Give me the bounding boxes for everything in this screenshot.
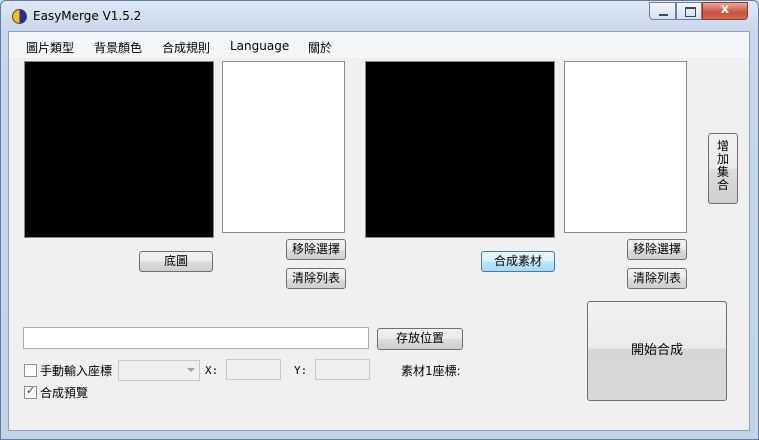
menu-background-color[interactable]: 背景顏色 <box>94 39 142 56</box>
base-image-list[interactable] <box>222 61 345 233</box>
base-image-preview[interactable] <box>24 61 214 238</box>
maximize-button[interactable] <box>676 2 702 20</box>
menu-bar: 圖片類型 背景顏色 合成規則 Language 關於 <box>9 32 749 58</box>
merge-material-button[interactable]: 合成素材 <box>481 251 555 272</box>
menu-image-type[interactable]: 圖片類型 <box>26 39 74 56</box>
material-image-preview[interactable] <box>365 61 555 238</box>
y-label: Y: <box>294 364 308 377</box>
y-coordinate-field[interactable] <box>315 359 370 380</box>
window-title: EasyMerge V1.5.2 <box>33 9 142 23</box>
material-coord-label: 素材1座標: <box>401 364 461 378</box>
dropdown-arrow-icon <box>187 368 195 372</box>
manual-coords-checkbox[interactable] <box>24 364 37 377</box>
app-logo-icon <box>12 9 27 24</box>
x-label: X: <box>205 364 219 377</box>
x-coordinate-field[interactable] <box>226 359 281 380</box>
menu-merge-rules[interactable]: 合成規則 <box>162 39 210 56</box>
close-button[interactable]: x <box>702 2 748 20</box>
base-image-button[interactable]: 底圖 <box>139 251 213 272</box>
merge-preview-checkbox[interactable]: ✓ <box>24 384 37 399</box>
menu-about[interactable]: 關於 <box>308 39 332 56</box>
start-merge-button[interactable]: 開始合成 <box>587 301 727 401</box>
merge-preview-label: 合成預覽 <box>40 386 89 400</box>
remove-selected-right-button[interactable]: 移除選擇 <box>627 239 687 260</box>
minimize-button[interactable] <box>649 2 676 20</box>
app-window: EasyMerge V1.5.2 x 圖片類型 背景顏色 合成規則 Langua… <box>0 0 759 440</box>
title-bar[interactable]: EasyMerge V1.5.2 x <box>1 1 758 31</box>
client-area: 圖片類型 背景顏色 合成規則 Language 關於 底圖 移除選擇 清除列表 … <box>8 31 750 431</box>
close-icon: x <box>720 2 730 17</box>
checkmark-icon: ✓ <box>26 384 36 397</box>
remove-selected-left-button[interactable]: 移除選擇 <box>286 239 346 260</box>
save-location-button[interactable]: 存放位置 <box>377 328 463 350</box>
maximize-icon <box>685 7 696 17</box>
manual-coords-label: 手動輸入座標 <box>40 364 113 378</box>
clear-list-right-button[interactable]: 清除列表 <box>627 268 687 289</box>
minimize-icon <box>659 14 668 16</box>
add-set-button[interactable]: 增加集合 <box>708 133 738 204</box>
material-image-list[interactable] <box>564 61 687 233</box>
coords-select[interactable] <box>118 360 200 381</box>
clear-list-left-button[interactable]: 清除列表 <box>286 268 346 289</box>
menu-language[interactable]: Language <box>230 39 289 53</box>
output-path-field[interactable] <box>23 327 369 349</box>
